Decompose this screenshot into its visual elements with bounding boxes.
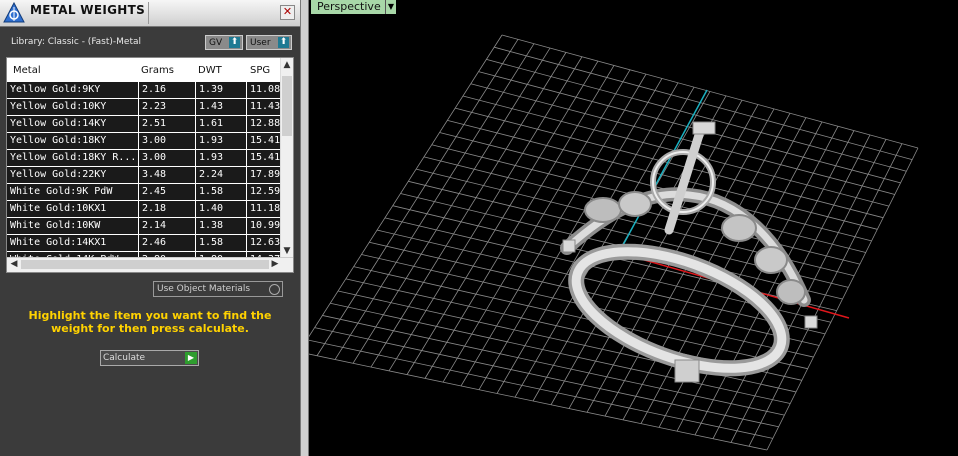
gv-toggle[interactable]: GV ⬆ bbox=[205, 35, 243, 50]
vertical-scroll-thumb[interactable] bbox=[282, 76, 292, 136]
scroll-right-icon[interactable]: ▶ bbox=[269, 259, 281, 269]
table-row[interactable]: Yellow Gold:14KY 2.51 1.61 12.88 bbox=[7, 116, 283, 133]
viewport-canvas[interactable] bbox=[309, 0, 958, 456]
spg-cell: 12.59 bbox=[246, 184, 283, 200]
metal-cell: Yellow Gold:22KY bbox=[10, 169, 107, 180]
dwt-cell: 1.38 bbox=[195, 218, 246, 234]
instruction-text: Highlight the item you want to find the … bbox=[28, 309, 272, 335]
column-header-metal[interactable]: Metal bbox=[13, 65, 41, 76]
table-row[interactable]: White Gold:9K PdW 2.45 1.58 12.59 bbox=[7, 184, 283, 201]
metal-cell: Yellow Gold:18KY R... bbox=[10, 152, 137, 163]
column-header-dwt[interactable]: DWT bbox=[198, 65, 222, 76]
panel-splitter[interactable] bbox=[300, 0, 309, 456]
dwt-cell: 1.93 bbox=[195, 133, 246, 149]
scroll-up-icon[interactable]: ▲ bbox=[281, 60, 293, 70]
metal-cell: White Gold:9K PdW bbox=[10, 186, 113, 197]
table-row[interactable]: Yellow Gold:9KY 2.16 1.39 11.08 bbox=[7, 82, 283, 99]
play-arrow-icon: ▶ bbox=[185, 352, 197, 364]
up-arrow-icon: ⬆ bbox=[229, 37, 240, 48]
use-object-materials-label: Use Object Materials bbox=[157, 284, 251, 294]
dwt-cell: 1.39 bbox=[195, 82, 246, 98]
use-object-materials-option[interactable]: Use Object Materials bbox=[153, 281, 283, 297]
metal-cell: Yellow Gold:14KY bbox=[10, 118, 107, 129]
horizontal-scrollbar[interactable]: ◀ ▶ bbox=[7, 257, 293, 272]
grams-cell: 3.00 bbox=[138, 150, 195, 166]
grams-cell: 2.16 bbox=[138, 82, 195, 98]
calculate-button[interactable]: Calculate ▶ bbox=[100, 350, 199, 366]
spg-cell: 11.18 bbox=[246, 201, 283, 217]
table-row[interactable]: Yellow Gold:18KY 3.00 1.93 15.41 bbox=[7, 133, 283, 150]
user-toggle-label: User bbox=[250, 38, 271, 48]
grams-cell: 2.14 bbox=[138, 218, 195, 234]
metal-cell: White Gold:14KX1 bbox=[10, 237, 107, 248]
dwt-cell: 1.43 bbox=[195, 99, 246, 115]
metal-table[interactable]: Metal Grams DWT SPG Yellow Gold:9KY 2.16 1… bbox=[6, 57, 294, 273]
dwt-cell: 1.58 bbox=[195, 235, 246, 251]
spg-cell: 15.41 bbox=[246, 133, 283, 149]
close-button[interactable]: ✕ bbox=[280, 5, 295, 20]
dwt-cell: 1.93 bbox=[195, 150, 246, 166]
dwt-cell: 1.40 bbox=[195, 201, 246, 217]
panel-title: METAL WEIGHTS bbox=[30, 3, 146, 17]
table-row[interactable]: Yellow Gold:18KY R... 3.00 1.93 15.41 bbox=[7, 150, 283, 167]
spg-cell: 11.08 bbox=[246, 82, 283, 98]
vertical-scrollbar[interactable]: ▲ ▼ bbox=[280, 58, 293, 260]
ground-grid bbox=[309, 34, 919, 451]
metal-cell: Yellow Gold:18KY bbox=[10, 135, 107, 146]
dwt-cell: 1.58 bbox=[195, 184, 246, 200]
grid-line bbox=[309, 34, 503, 338]
metal-cell: White Gold:10KX1 bbox=[10, 203, 107, 214]
table-row[interactable]: White Gold:14KX1 2.46 1.58 12.63 bbox=[7, 235, 283, 252]
grams-cell: 2.46 bbox=[138, 235, 195, 251]
gv-toggle-label: GV bbox=[209, 38, 223, 48]
grams-cell: 3.00 bbox=[138, 133, 195, 149]
panel-title-bar: METAL WEIGHTS ✕ bbox=[0, 0, 300, 27]
title-divider bbox=[148, 2, 149, 24]
table-row[interactable]: Yellow Gold:22KY 3.48 2.24 17.89 bbox=[7, 167, 283, 184]
metal-cell: Yellow Gold:9KY bbox=[10, 84, 101, 95]
table-body: Yellow Gold:9KY 2.16 1.39 11.08 Yellow Gold:… bbox=[7, 82, 283, 269]
spg-cell: 17.89 bbox=[246, 167, 283, 183]
app-logo-icon bbox=[3, 1, 25, 23]
grams-cell: 2.51 bbox=[138, 116, 195, 132]
column-header-grams[interactable]: Grams bbox=[141, 65, 174, 76]
spg-cell: 12.88 bbox=[246, 116, 283, 132]
column-header-spg[interactable]: SPG bbox=[250, 65, 270, 76]
user-toggle[interactable]: User ⬆ bbox=[246, 35, 292, 50]
up-arrow-icon: ⬆ bbox=[278, 37, 289, 48]
metal-weights-panel: METAL WEIGHTS ✕ Library: Classic - (Fast… bbox=[0, 0, 300, 456]
radio-button-icon[interactable] bbox=[269, 284, 280, 295]
grams-cell: 2.45 bbox=[138, 184, 195, 200]
spg-cell: 15.41 bbox=[246, 150, 283, 166]
spg-cell: 10.99 bbox=[246, 218, 283, 234]
library-label: Library: Classic - (Fast)-Metal bbox=[11, 37, 142, 47]
table-row[interactable]: Yellow Gold:10KY 2.23 1.43 11.43 bbox=[7, 99, 283, 116]
dwt-cell: 2.24 bbox=[195, 167, 246, 183]
table-row[interactable]: White Gold:10KW 2.14 1.38 10.99 bbox=[7, 218, 283, 235]
metal-cell: Yellow Gold:10KY bbox=[10, 101, 107, 112]
table-header: Metal Grams DWT SPG bbox=[7, 58, 283, 82]
grams-cell: 3.48 bbox=[138, 167, 195, 183]
table-row[interactable]: White Gold:10KX1 2.18 1.40 11.18 bbox=[7, 201, 283, 218]
scroll-down-icon[interactable]: ▼ bbox=[281, 246, 293, 256]
spg-cell: 11.43 bbox=[246, 99, 283, 115]
spg-cell: 12.63 bbox=[246, 235, 283, 251]
horizontal-scroll-thumb[interactable] bbox=[21, 260, 269, 269]
calculate-label: Calculate bbox=[103, 353, 146, 363]
ring-model[interactable] bbox=[560, 121, 818, 392]
grid-line bbox=[309, 339, 773, 439]
y-axis-line bbox=[615, 89, 708, 259]
metal-cell: White Gold:10KW bbox=[10, 220, 101, 231]
3d-viewport[interactable]: Perspective ▼ bbox=[309, 0, 958, 456]
chevron-down-icon[interactable]: ▼ bbox=[385, 0, 396, 14]
scroll-left-icon[interactable]: ◀ bbox=[8, 259, 20, 269]
view-mode-tab[interactable]: Perspective bbox=[311, 0, 387, 14]
dwt-cell: 1.61 bbox=[195, 116, 246, 132]
grams-cell: 2.23 bbox=[138, 99, 195, 115]
grams-cell: 2.18 bbox=[138, 201, 195, 217]
